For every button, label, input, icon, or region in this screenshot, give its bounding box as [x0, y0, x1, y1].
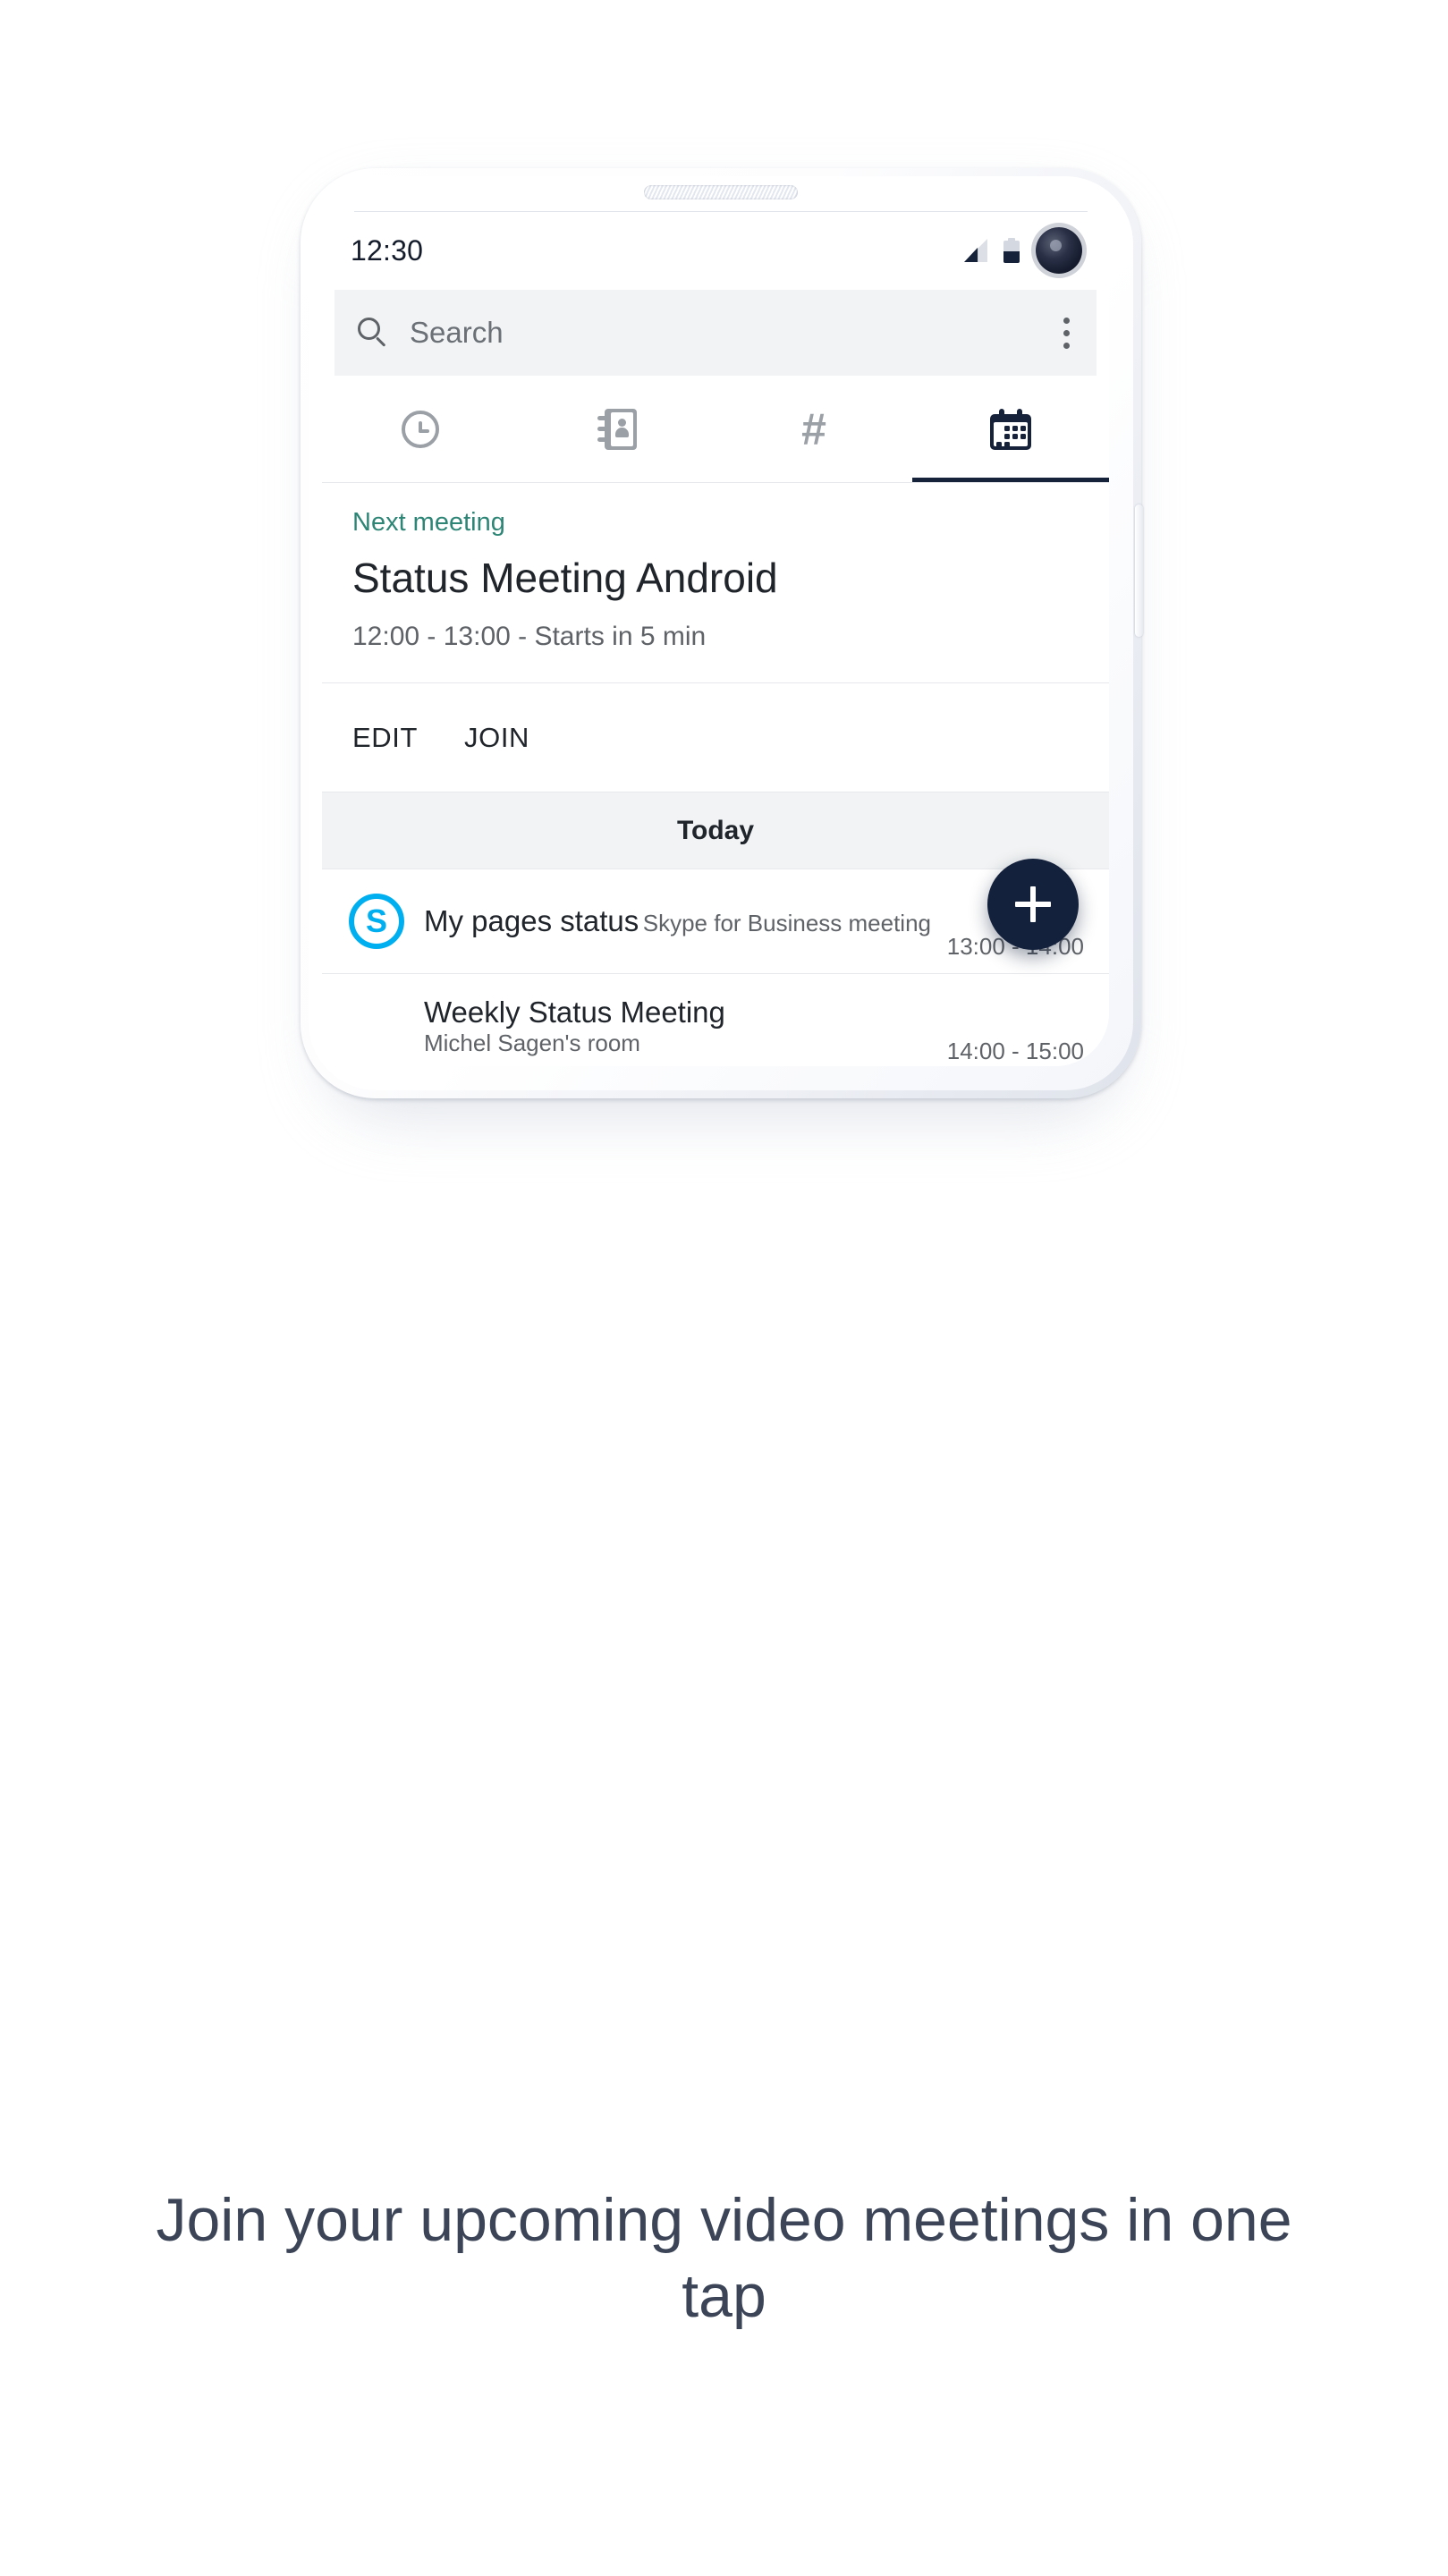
meeting-title: Weekly Status Meeting: [424, 995, 725, 1029]
contacts-icon: [597, 408, 637, 450]
calendar-icon: [990, 408, 1031, 450]
pexip-icon: [349, 998, 404, 1054]
next-meeting-title: Status Meeting Android: [352, 555, 778, 601]
add-meeting-fab[interactable]: [987, 859, 1079, 950]
list-item[interactable]: Weekly Status Meeting Michel Sagen's roo…: [322, 974, 1109, 1066]
bezel-hairline: [354, 211, 1088, 212]
join-button[interactable]: JOIN: [464, 722, 529, 754]
next-meeting-time: 12:00 - 13:00 - Starts in 5 min: [352, 622, 707, 651]
today-section-header: Today: [322, 792, 1109, 869]
tab-contacts[interactable]: [519, 376, 716, 482]
next-meeting-card[interactable]: Next meeting Status Meeting Android 12:0…: [322, 483, 1109, 683]
promo-screenshot: 12:30 Search # Next meeting Status Meeti…: [0, 0, 1448, 2576]
status-bar-indicators: [964, 227, 1082, 274]
tab-calendar[interactable]: [912, 376, 1109, 482]
phone-screen: 12:30 Search # Next meeting Status Meeti…: [322, 216, 1109, 1066]
tab-recents[interactable]: [322, 376, 519, 482]
signal-bars-icon: [964, 239, 987, 262]
earpiece-speaker-grille: [644, 185, 798, 199]
kebab-menu-icon[interactable]: [1060, 312, 1073, 354]
battery-icon: [1003, 238, 1020, 263]
next-meeting-actions: EDIT JOIN: [322, 683, 1109, 792]
next-meeting-label: Next meeting: [352, 508, 505, 537]
edit-button[interactable]: EDIT: [352, 722, 418, 754]
power-button[interactable]: [1135, 504, 1143, 637]
plus-icon: [1013, 885, 1053, 924]
meeting-subtitle: Skype for Business meeting: [642, 910, 932, 936]
search-bar[interactable]: Search: [334, 290, 1097, 376]
meeting-title: My pages status: [424, 904, 639, 937]
meeting-time: 14:00 - 15:00: [946, 1038, 1084, 1064]
hash-icon: #: [801, 403, 826, 454]
meeting-subtitle: Michel Sagen's room: [424, 1029, 640, 1056]
skype-for-business-icon: S: [349, 894, 404, 949]
search-input[interactable]: Search: [410, 316, 504, 350]
tab-rooms[interactable]: #: [716, 376, 912, 482]
clock-icon: [402, 410, 439, 448]
tab-bar: #: [322, 376, 1109, 483]
promo-caption: Join your upcoming video meetings in one…: [156, 2186, 1292, 2330]
status-bar-clock: 12:30: [351, 233, 424, 267]
phone-mockup: 12:30 Search # Next meeting Status Meeti…: [301, 168, 1143, 1116]
status-bar: 12:30: [322, 216, 1109, 284]
front-camera-punchhole-icon: [1036, 227, 1082, 274]
phone-body: 12:30 Search # Next meeting Status Meeti…: [301, 168, 1143, 1098]
search-icon: [358, 318, 388, 348]
